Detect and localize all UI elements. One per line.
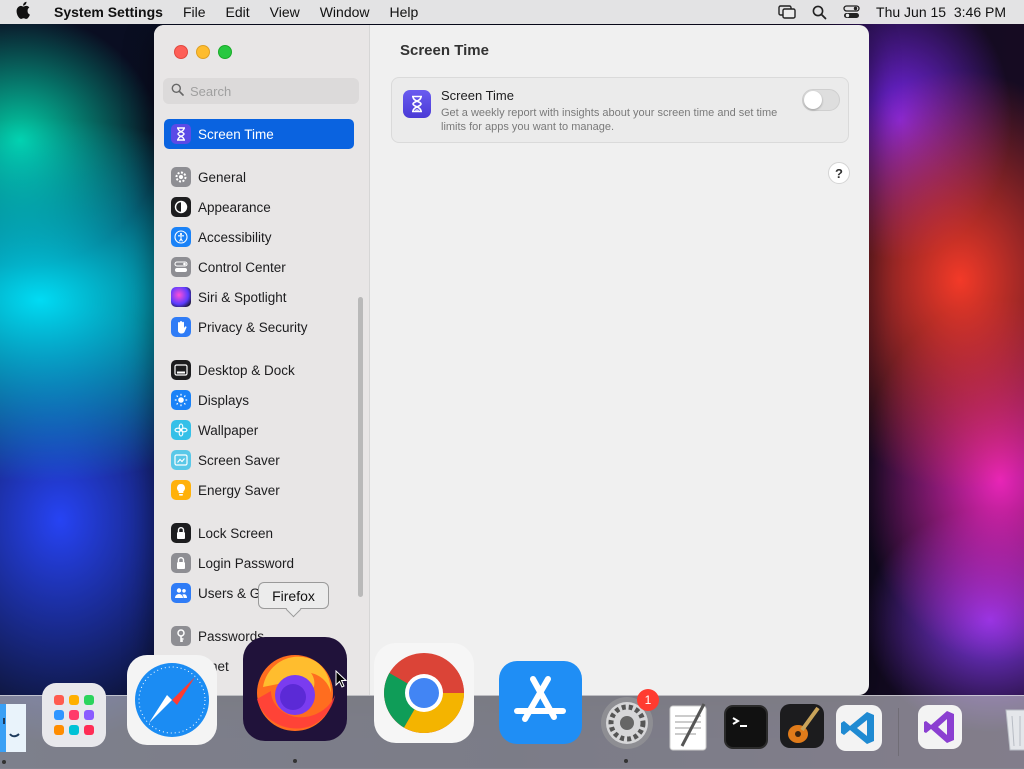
menu-app-name[interactable]: System Settings <box>50 4 173 20</box>
menu-clock[interactable]: Thu Jun 15 3:46 PM <box>876 4 1006 20</box>
sidebar-item-label: Appearance <box>198 199 271 215</box>
screen-time-card: Screen Time Get a weekly report with ins… <box>391 77 849 143</box>
settings-running-dot <box>624 759 628 763</box>
search-icon <box>171 83 184 99</box>
screen-time-toggle[interactable] <box>802 89 840 111</box>
users-icon <box>171 583 191 603</box>
app-store-icon[interactable] <box>499 661 582 744</box>
screen-mirroring-icon[interactable] <box>778 5 796 19</box>
dock-tooltip: Firefox <box>258 582 329 609</box>
sidebar-item-label: Login Password <box>198 555 295 571</box>
search-input[interactable] <box>188 82 352 100</box>
menu-bar: System Settings File Edit View Window He… <box>0 0 1024 24</box>
sidebar-item-label: Screen Saver <box>198 452 280 468</box>
visual-studio-icon[interactable] <box>918 705 962 749</box>
mouse-cursor-icon <box>335 670 347 688</box>
firefox-running-dot <box>293 759 297 763</box>
lock-icon <box>171 553 191 573</box>
lightbulb-icon <box>171 480 191 500</box>
launchpad-icon[interactable] <box>42 683 106 747</box>
gear-icon <box>171 167 191 187</box>
spotlight-search-icon[interactable] <box>812 5 827 20</box>
card-title: Screen Time <box>441 88 514 103</box>
terminal-icon[interactable] <box>724 705 768 749</box>
chrome-icon[interactable] <box>374 643 474 743</box>
hand-icon <box>171 317 191 337</box>
menu-edit[interactable]: Edit <box>216 4 260 20</box>
sidebar-item-accessibility[interactable]: Accessibility <box>164 222 354 252</box>
close-button[interactable] <box>174 45 188 59</box>
lock-icon <box>171 523 191 543</box>
dock-icon <box>171 360 191 380</box>
firefox-icon[interactable] <box>243 637 347 741</box>
sidebar-item-label: Users & G <box>198 585 261 601</box>
help-button[interactable]: ? <box>828 162 850 184</box>
control-center-icon <box>171 257 191 277</box>
sidebar-item-login-password[interactable]: Login Password <box>164 548 354 578</box>
sidebar-item-privacy-security[interactable]: Privacy & Security <box>164 312 354 342</box>
sidebar-scrollbar[interactable] <box>358 297 363 597</box>
sidebar-item-label: Screen Time <box>198 126 274 142</box>
finder-running-dot <box>2 760 6 764</box>
settings-notification-badge: 1 <box>637 689 659 711</box>
sidebar-item-siri-spotlight[interactable]: Siri & Spotlight <box>164 282 354 312</box>
page-title: Screen Time <box>400 42 489 59</box>
sidebar-item-label: Wallpaper <box>198 422 259 438</box>
menu-view[interactable]: View <box>260 4 310 20</box>
sidebar-item-label: Privacy & Security <box>198 319 308 335</box>
dock-separator <box>898 708 899 756</box>
textedit-icon[interactable] <box>666 702 712 752</box>
sidebar-item-appearance[interactable]: Appearance <box>164 192 354 222</box>
apple-menu-icon[interactable] <box>16 1 36 23</box>
sidebar-item-energy-saver[interactable]: Energy Saver <box>164 475 354 505</box>
flower-icon <box>171 420 191 440</box>
sidebar-item-label: Siri & Spotlight <box>198 289 287 305</box>
zoom-button[interactable] <box>218 45 232 59</box>
control-center-icon[interactable] <box>843 5 860 19</box>
finder-icon[interactable] <box>0 704 28 752</box>
accessibility-icon <box>171 227 191 247</box>
sidebar-item-label: Accessibility <box>198 229 272 245</box>
sidebar-item-label: Displays <box>198 392 250 408</box>
menu-file[interactable]: File <box>173 4 216 20</box>
sidebar-item-lock-screen[interactable]: Lock Screen <box>164 518 354 548</box>
sidebar-item-screen-time[interactable]: Screen Time <box>164 119 354 149</box>
sidebar-item-label: Control Center <box>198 259 286 275</box>
sidebar-item-wallpaper[interactable]: Wallpaper <box>164 415 354 445</box>
sidebar-item-control-center[interactable]: Control Center <box>164 252 354 282</box>
sidebar-item-label: Desktop & Dock <box>198 362 295 378</box>
sidebar-item-desktop-dock[interactable]: Desktop & Dock <box>164 355 354 385</box>
safari-icon[interactable] <box>127 655 217 745</box>
trash-icon[interactable] <box>1000 702 1024 752</box>
sidebar-item-screen-saver[interactable]: Screen Saver <box>164 445 354 475</box>
menu-help[interactable]: Help <box>380 4 429 20</box>
window-controls <box>174 45 232 59</box>
content-pane: Screen Time Screen Time Get a weekly rep… <box>370 25 869 695</box>
screen-saver-icon <box>171 450 191 470</box>
sun-icon <box>171 390 191 410</box>
sidebar-item-general[interactable]: General <box>164 162 354 192</box>
key-icon <box>171 626 191 646</box>
minimize-button[interactable] <box>196 45 210 59</box>
appearance-icon <box>171 197 191 217</box>
hourglass-icon <box>403 90 431 118</box>
sidebar-item-displays[interactable]: Displays <box>164 385 354 415</box>
garageband-icon[interactable] <box>778 702 826 750</box>
sidebar-item-label: Energy Saver <box>198 482 280 498</box>
search-field[interactable] <box>163 78 359 104</box>
card-description: Get a weekly report with insights about … <box>441 107 778 133</box>
sidebar-item-label: General <box>198 169 247 185</box>
hourglass-icon <box>171 124 191 144</box>
vscode-icon[interactable] <box>836 705 882 751</box>
siri-icon <box>171 287 191 307</box>
menu-window[interactable]: Window <box>310 4 380 20</box>
sidebar-item-label: Lock Screen <box>198 525 274 541</box>
